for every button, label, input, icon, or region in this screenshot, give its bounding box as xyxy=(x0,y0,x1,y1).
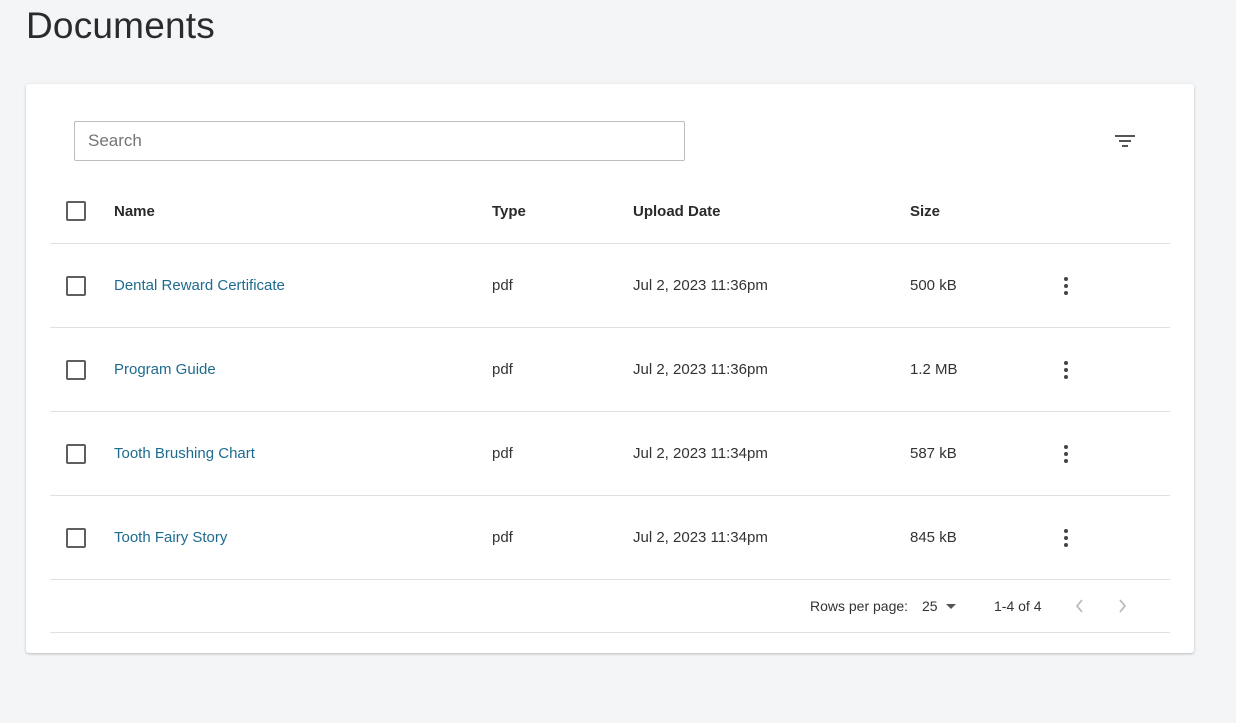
filter-button[interactable] xyxy=(1110,126,1140,156)
filter-list-icon xyxy=(1115,135,1135,147)
column-header-name[interactable]: Name xyxy=(114,179,155,243)
rows-per-page-label: Rows per page: xyxy=(810,598,909,614)
row-checkbox[interactable] xyxy=(66,359,86,380)
select-all-cell xyxy=(66,179,86,243)
size-cell: 587 kB xyxy=(910,445,957,462)
name-cell: Tooth Brushing Chart xyxy=(114,412,255,495)
rows-per-page-select[interactable]: 25 xyxy=(922,580,956,632)
rows-per-page-value: 25 xyxy=(922,598,938,614)
size-cell: 500 kB xyxy=(910,277,957,294)
column-header-type[interactable]: Type xyxy=(492,179,526,243)
table-row: Dental Reward Certificate pdf Jul 2, 202… xyxy=(50,244,1170,328)
type-cell: pdf xyxy=(492,445,513,462)
next-page-button[interactable] xyxy=(1110,594,1134,618)
chevron-left-icon xyxy=(1075,599,1083,613)
name-cell: Program Guide xyxy=(114,328,216,411)
type-cell: pdf xyxy=(492,361,513,378)
search-input[interactable] xyxy=(74,121,685,161)
arrow-drop-down-icon xyxy=(945,603,956,609)
table-header-row: Name Type Upload Date Size xyxy=(50,179,1170,244)
table-row: Tooth Fairy Story pdf Jul 2, 2023 11:34p… xyxy=(50,496,1170,580)
row-actions-cell xyxy=(1054,496,1078,579)
page-title: Documents xyxy=(26,5,215,46)
pagination-range: 1-4 of 4 xyxy=(994,598,1042,614)
more-vert-icon[interactable] xyxy=(1054,274,1078,298)
type-cell: pdf xyxy=(492,277,513,294)
chevron-right-icon xyxy=(1119,599,1127,613)
document-link[interactable]: Tooth Fairy Story xyxy=(114,529,227,546)
name-cell: Dental Reward Certificate xyxy=(114,244,285,327)
upload-date-cell: Jul 2, 2023 11:36pm xyxy=(633,361,768,378)
row-actions-cell xyxy=(1054,244,1078,327)
documents-card: Name Type Upload Date Size Dental Reward… xyxy=(26,84,1194,653)
upload-date-cell: Jul 2, 2023 11:34pm xyxy=(633,529,768,546)
document-link[interactable]: Dental Reward Certificate xyxy=(114,277,285,294)
type-cell: pdf xyxy=(492,529,513,546)
row-actions-cell xyxy=(1054,412,1078,495)
column-header-size[interactable]: Size xyxy=(910,179,940,243)
more-vert-icon[interactable] xyxy=(1054,442,1078,466)
row-select-cell xyxy=(66,328,86,411)
row-select-cell xyxy=(66,244,86,327)
table-row: Tooth Brushing Chart pdf Jul 2, 2023 11:… xyxy=(50,412,1170,496)
documents-table: Name Type Upload Date Size Dental Reward… xyxy=(50,179,1170,633)
more-vert-icon[interactable] xyxy=(1054,526,1078,550)
table-row: Program Guide pdf Jul 2, 2023 11:36pm 1.… xyxy=(50,328,1170,412)
select-all-checkbox[interactable] xyxy=(66,201,86,221)
row-checkbox[interactable] xyxy=(66,443,86,464)
row-checkbox[interactable] xyxy=(66,275,86,296)
row-select-cell xyxy=(66,496,86,579)
column-header-upload-date[interactable]: Upload Date xyxy=(633,179,721,243)
name-cell: Tooth Fairy Story xyxy=(114,496,227,579)
document-link[interactable]: Tooth Brushing Chart xyxy=(114,445,255,462)
size-cell: 845 kB xyxy=(910,529,957,546)
document-link[interactable]: Program Guide xyxy=(114,361,216,378)
size-cell: 1.2 MB xyxy=(910,361,958,378)
row-select-cell xyxy=(66,412,86,495)
table-pagination: Rows per page: 25 1-4 of 4 xyxy=(50,580,1170,633)
previous-page-button[interactable] xyxy=(1068,594,1092,618)
row-checkbox[interactable] xyxy=(66,527,86,548)
more-vert-icon[interactable] xyxy=(1054,358,1078,382)
upload-date-cell: Jul 2, 2023 11:34pm xyxy=(633,445,768,462)
upload-date-cell: Jul 2, 2023 11:36pm xyxy=(633,277,768,294)
row-actions-cell xyxy=(1054,328,1078,411)
